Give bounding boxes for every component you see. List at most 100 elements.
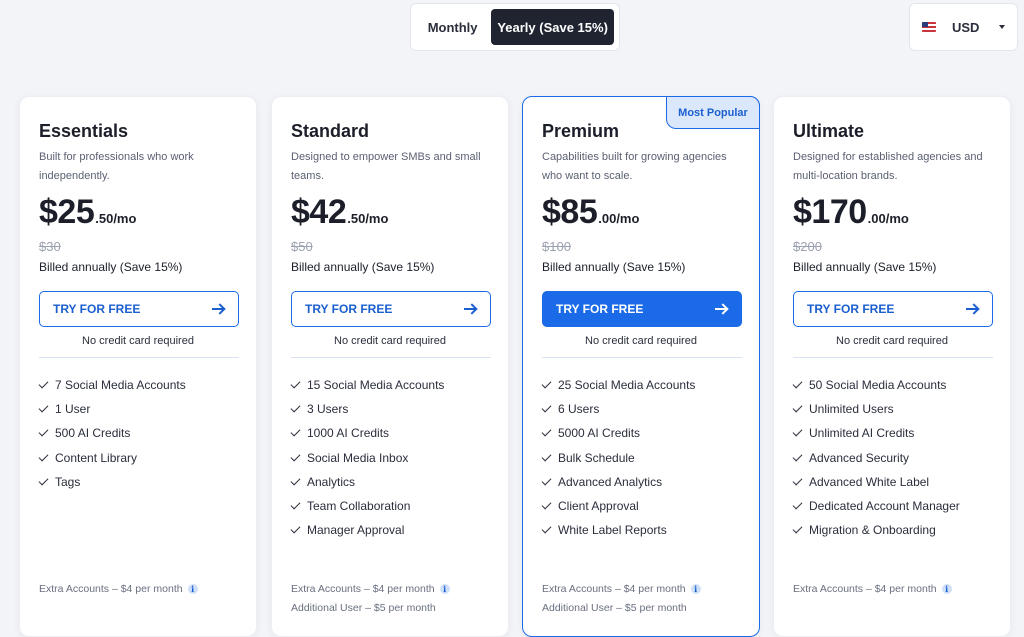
- plan-name: Ultimate: [793, 121, 865, 141]
- currency-label: USD: [952, 19, 980, 35]
- extra-label: Additional User – $5 per month: [291, 601, 436, 614]
- plan-description: Designed for established agencies and mu…: [793, 151, 983, 182]
- feature-label: Content Library: [55, 450, 138, 465]
- check-icon: [792, 499, 803, 510]
- feature-label: Advanced White Label: [809, 474, 930, 489]
- feature-list: 15 Social Media Accounts 3 Users 1000 AI…: [290, 373, 489, 557]
- feature-label: Manager Approval: [307, 523, 405, 538]
- feature-label: Bulk Schedule: [558, 450, 635, 465]
- feature-label: 50 Social Media Accounts: [809, 378, 947, 393]
- price-cents: .50: [347, 211, 366, 226]
- feature-label: Dedicated Account Manager: [809, 499, 960, 514]
- most-popular-badge: Most Popular: [666, 96, 760, 129]
- us-flag-icon: [922, 22, 936, 32]
- feature-item: 5000 AI Credits: [541, 421, 740, 445]
- feature-list: 7 Social Media Accounts 1 User 500 AI Cr…: [38, 373, 237, 557]
- feature-item: Social Media Inbox: [290, 446, 489, 470]
- feature-item: 3 Users: [290, 397, 489, 421]
- check-icon: [541, 402, 552, 413]
- feature-label: 6 Users: [558, 402, 600, 417]
- price-cents: .00: [867, 211, 886, 226]
- arrow-right-icon: [464, 304, 477, 314]
- feature-label: Advanced Security: [809, 450, 910, 465]
- try-for-free-button[interactable]: TRY FOR FREE: [793, 291, 993, 327]
- no-credit-card-note: No credit card required: [334, 335, 446, 347]
- check-icon: [792, 451, 803, 462]
- try-for-free-button[interactable]: TRY FOR FREE: [39, 291, 239, 327]
- check-icon: [792, 523, 803, 534]
- divider: [793, 357, 993, 358]
- check-icon: [38, 378, 49, 389]
- try-for-free-button[interactable]: TRY FOR FREE: [291, 291, 491, 327]
- plan-description: Built for professionals who work indepen…: [39, 151, 194, 182]
- monthly-toggle-button[interactable]: Monthly: [416, 9, 489, 45]
- check-icon: [541, 499, 552, 510]
- plan-card-premium: Most Popular Premium Capabilities built fo…: [522, 96, 760, 637]
- feature-item: 1 User: [38, 397, 237, 421]
- feature-label: 1 User: [55, 402, 91, 417]
- feature-item: 1000 AI Credits: [290, 421, 489, 445]
- try-for-free-button[interactable]: TRY FOR FREE: [542, 291, 742, 327]
- extra-item: Extra Accounts – $4 per month i: [542, 579, 742, 598]
- extra-item: Extra Accounts – $4 per month i: [793, 579, 993, 598]
- check-icon: [38, 451, 49, 462]
- check-icon: [290, 427, 301, 437]
- feature-item: Team Collaboration: [290, 494, 489, 518]
- info-icon[interactable]: i: [187, 583, 198, 594]
- billing-note: Billed annually (Save 15%): [542, 260, 686, 274]
- no-credit-card-note: No credit card required: [585, 335, 697, 347]
- price-period: /mo: [885, 211, 909, 226]
- extras: Extra Accounts – $4 per month i: [793, 579, 993, 598]
- price-period: /mo: [365, 211, 389, 226]
- feature-label: 7 Social Media Accounts: [55, 378, 186, 393]
- info-icon[interactable]: i: [690, 583, 701, 594]
- plan-price: $85 .00 /mo: [542, 193, 740, 235]
- plan-card-standard: Standard Designed to empower SMBs and sma…: [271, 96, 509, 637]
- plan-name: Essentials: [39, 121, 129, 141]
- yearly-toggle-button[interactable]: Yearly (Save 15%): [491, 9, 614, 45]
- feature-label: Social Media Inbox: [307, 450, 409, 465]
- check-icon: [290, 451, 301, 462]
- price-cents: .50: [95, 211, 114, 226]
- feature-item: 25 Social Media Accounts: [541, 373, 740, 397]
- feature-item: Tags: [38, 470, 237, 494]
- price-period: /mo: [113, 211, 137, 226]
- plan-price: $25 .50 /mo: [39, 193, 237, 235]
- extra-label: Extra Accounts – $4 per month: [39, 582, 183, 595]
- feature-label: 15 Social Media Accounts: [307, 378, 445, 393]
- feature-label: 1000 AI Credits: [307, 426, 390, 441]
- extra-label: Extra Accounts – $4 per month: [291, 582, 435, 595]
- info-icon[interactable]: i: [439, 583, 450, 594]
- price-main: $170: [793, 193, 867, 231]
- no-credit-card-note: No credit card required: [82, 335, 194, 347]
- cta-label: TRY FOR FREE: [807, 302, 895, 316]
- cta-label: TRY FOR FREE: [53, 302, 141, 316]
- feature-item: Analytics: [290, 470, 489, 494]
- feature-item: 6 Users: [541, 397, 740, 421]
- feature-item: Migration & Onboarding: [792, 518, 991, 542]
- check-icon: [38, 475, 49, 486]
- feature-item: 15 Social Media Accounts: [290, 373, 489, 397]
- billing-note: Billed annually (Save 15%): [291, 260, 435, 274]
- check-icon: [541, 451, 552, 462]
- currency-select[interactable]: USD: [909, 3, 1018, 51]
- check-icon: [792, 427, 803, 437]
- feature-item: 50 Social Media Accounts: [792, 373, 991, 397]
- extra-label: Extra Accounts – $4 per month: [793, 582, 937, 595]
- price-cents: .00: [598, 211, 617, 226]
- check-icon: [290, 378, 301, 389]
- plan-card-essentials: Essentials Built for professionals who wo…: [19, 96, 257, 637]
- no-credit-card-note: No credit card required: [836, 335, 948, 347]
- check-icon: [792, 378, 803, 389]
- check-icon: [290, 523, 301, 534]
- plan-name: Standard: [291, 121, 370, 141]
- arrow-right-icon: [966, 304, 979, 314]
- info-icon[interactable]: i: [941, 583, 952, 594]
- feature-list: 50 Social Media Accounts Unlimited Users…: [792, 373, 991, 557]
- feature-label: Tags: [55, 474, 81, 489]
- feature-item: Content Library: [38, 446, 237, 470]
- feature-item: 500 AI Credits: [38, 421, 237, 445]
- check-icon: [541, 523, 552, 534]
- extra-label: Additional User – $5 per month: [542, 601, 687, 614]
- price-period: /mo: [616, 211, 640, 226]
